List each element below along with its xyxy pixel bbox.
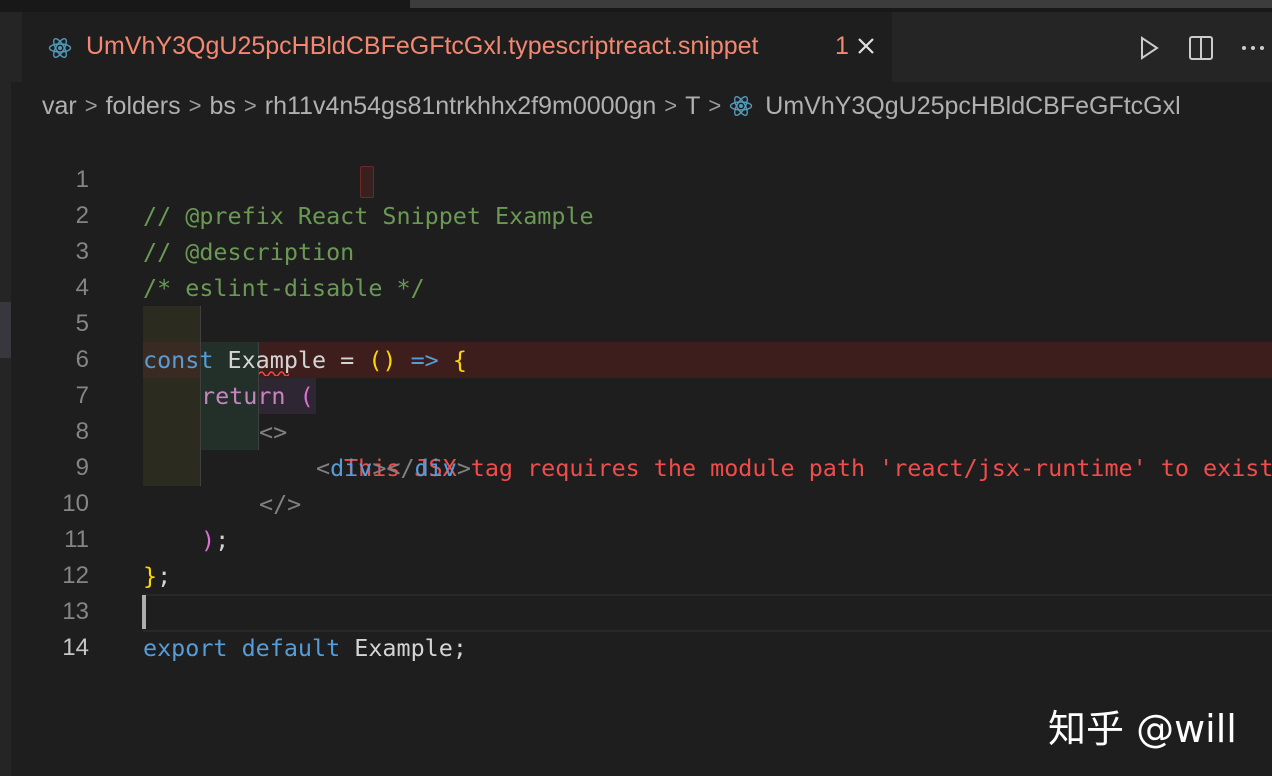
code-line: 2 // @description xyxy=(11,162,1272,266)
code-line: 11 }; xyxy=(11,486,1272,590)
code-line: 6 return ( xyxy=(11,306,1272,410)
activity-edge xyxy=(0,12,11,776)
close-icon[interactable] xyxy=(854,34,878,58)
code-line: 14 xyxy=(11,594,1272,661)
keyword: export xyxy=(143,634,228,662)
code-line: 9 </> xyxy=(11,414,1272,518)
line-number: 14 xyxy=(62,634,89,661)
code-line: 12 xyxy=(11,522,1272,589)
chevron-right-icon: > xyxy=(84,93,98,118)
watermark: 知乎 @will xyxy=(1048,707,1237,751)
more-actions-icon[interactable] xyxy=(1239,34,1267,62)
code-line: 7 <> This JSX tag requires the module pa… xyxy=(11,342,1272,482)
editor-tab[interactable]: UmVhY3QgU25pcHBldCBFeGFtcGxl.typescriptr… xyxy=(22,12,892,82)
chevron-right-icon: > xyxy=(188,93,202,118)
breadcrumb: var > folders > bs > rh11v4n54gs81ntrkhh… xyxy=(42,90,1181,122)
error-squiggle xyxy=(259,371,289,376)
code-editor[interactable]: 1 // @prefix React Snippet Example 2 // … xyxy=(11,126,1272,776)
react-file-icon xyxy=(48,37,72,59)
code-line: 4 xyxy=(11,234,1272,301)
breadcrumb-file[interactable]: UmVhY3QgU25pcHBldCBFeGFtcGxl xyxy=(765,92,1180,121)
code-line: 5 const Example = () => { xyxy=(11,270,1272,374)
horizontal-scrollbar[interactable] xyxy=(410,0,1272,8)
identifier: Example; xyxy=(340,634,467,662)
chevron-right-icon: > xyxy=(664,93,678,118)
breadcrumb-tmp-dir[interactable]: rh11v4n54gs81ntrkhhx2f9m0000gn xyxy=(265,92,657,121)
breadcrumb-bs[interactable]: bs xyxy=(210,92,236,121)
code-text: export default Example; xyxy=(143,630,467,666)
chevron-right-icon: > xyxy=(708,93,722,118)
react-file-icon xyxy=(730,95,753,117)
title-strip xyxy=(0,0,1272,12)
chevron-right-icon: > xyxy=(243,93,257,118)
tab-bar: UmVhY3QgU25pcHBldCBFeGFtcGxl.typescriptr… xyxy=(11,12,1272,82)
problem-count-badge: 1 xyxy=(835,32,849,60)
sash-indicator[interactable] xyxy=(0,302,11,358)
breadcrumb-var[interactable]: var xyxy=(42,92,77,121)
run-icon[interactable] xyxy=(1135,34,1163,62)
breadcrumb-t[interactable]: T xyxy=(685,92,700,121)
code-line: 3 /* eslint-disable */ xyxy=(11,198,1272,302)
code-line: 13 export default Example; xyxy=(11,558,1272,662)
keyword: default xyxy=(227,634,341,662)
text-cursor xyxy=(142,595,146,629)
code-line: 10 ); xyxy=(11,450,1272,554)
split-editor-icon[interactable] xyxy=(1187,34,1215,62)
tab-title: UmVhY3QgU25pcHBldCBFeGFtcGxl.typescriptr… xyxy=(86,32,759,60)
code-line: 8 <div></div> xyxy=(11,378,1272,482)
breadcrumb-folders[interactable]: folders xyxy=(106,92,181,121)
code-line: 1 // @prefix React Snippet Example xyxy=(11,126,1272,230)
